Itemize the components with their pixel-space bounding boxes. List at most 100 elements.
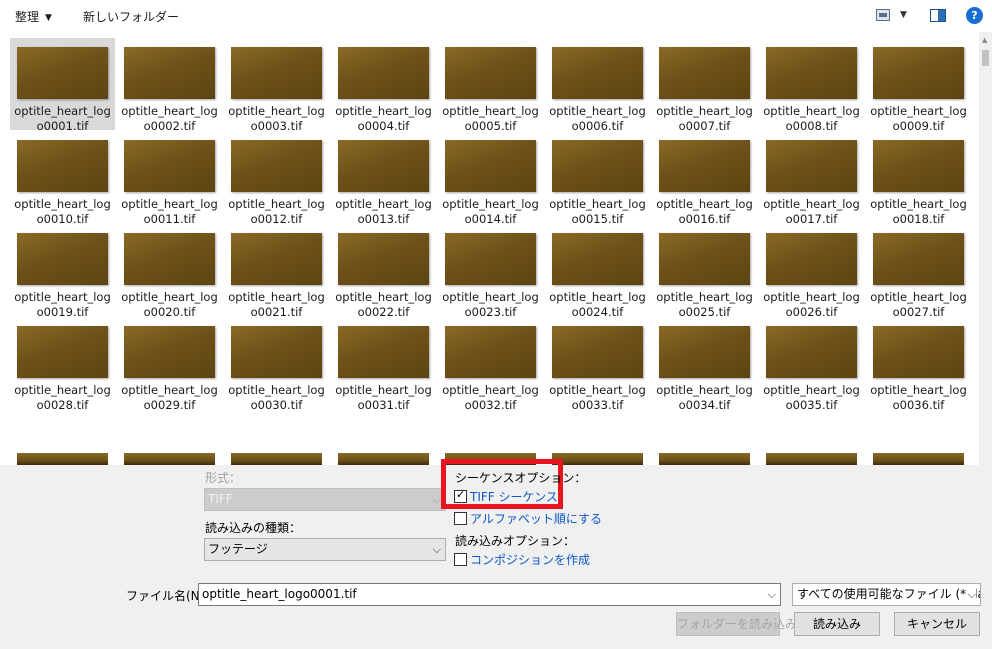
file-item[interactable]: optitle_heart_log o0033.tif [545,317,650,412]
file-item[interactable]: optitle_heart_log o0008.tif [759,38,864,133]
file-item[interactable]: optitle_heart_log o0010.tif [10,131,115,226]
file-name: optitle_heart_log o0008.tif [759,104,864,134]
toolbar: 整理 ▼ 新しいフォルダー ▼ ? [0,0,992,32]
file-item[interactable]: optitle_heart_log o0026.tif [759,224,864,319]
filename-value: optitle_heart_logo0001.tif [202,587,357,601]
import-type-label: 読み込みの種類： [205,521,302,535]
file-item[interactable]: optitle_heart_log o0006.tif [545,38,650,133]
file-item[interactable]: optitle_heart_log o0020.tif [117,224,222,319]
file-item[interactable]: optitle_heart_log o0014.tif [438,131,543,226]
file-name-line: optitle_heart_log [14,290,111,304]
checkbox-icon[interactable] [454,512,467,525]
file-item[interactable]: optitle_heart_log o0021.tif [224,224,329,319]
file-item[interactable]: optitle_heart_log o0013.tif [331,131,436,226]
view-mode-chevron-icon[interactable]: ▼ [900,10,907,20]
preview-pane-icon[interactable] [930,9,946,22]
scrollbar-thumb[interactable] [982,50,989,66]
import-folder-button[interactable]: フォルダーを読み込み [676,612,797,636]
help-icon[interactable]: ? [966,7,983,24]
file-list: optitle_heart_log o0001.tif optitle_heart_… [0,32,992,465]
checkbox-checked-icon[interactable] [454,488,467,503]
file-thumbnail [445,140,536,192]
file-item[interactable]: optitle_heart_log o0024.tif [545,224,650,319]
file-thumbnail [766,326,857,378]
file-name: optitle_heart_log o0007.tif [652,104,757,134]
file-name: optitle_heart_log o0016.tif [652,197,757,227]
view-mode-icon[interactable] [876,9,890,21]
file-name: optitle_heart_log o0023.tif [438,290,543,320]
composition-label: コンポジションを作成 [470,553,591,567]
file-thumbnail [338,47,429,99]
chevron-down-icon[interactable]: ⌵ [768,584,776,605]
file-name: optitle_heart_log o0033.tif [545,383,650,413]
file-item[interactable]: optitle_heart_log o0035.tif [759,317,864,412]
file-name: optitle_heart_log o0004.tif [331,104,436,134]
file-name: optitle_heart_log o0009.tif [866,104,971,134]
file-item[interactable]: optitle_heart_log o0001.tif [10,38,115,133]
file-item[interactable]: optitle_heart_log o0023.tif [438,224,543,319]
partial-thumbnail [659,453,750,465]
file-item[interactable]: optitle_heart_log o0027.tif [866,224,971,319]
tiff-sequence-checkbox[interactable]: TIFF シーケンス [454,488,558,505]
file-name-line: optitle_heart_log [335,197,432,211]
file-name: optitle_heart_log o0014.tif [438,197,543,227]
file-item[interactable]: optitle_heart_log o0016.tif [652,131,757,226]
file-item[interactable]: optitle_heart_log o0004.tif [331,38,436,133]
file-thumbnail [873,326,964,378]
file-item[interactable]: optitle_heart_log o0032.tif [438,317,543,412]
file-name-line: optitle_heart_log [121,290,218,304]
file-name: optitle_heart_log o0006.tif [545,104,650,134]
filename-input[interactable]: optitle_heart_logo0001.tif ⌵ [198,583,781,606]
file-item[interactable]: optitle_heart_log o0034.tif [652,317,757,412]
file-name-line: optitle_heart_log [656,104,753,118]
file-thumbnail [766,140,857,192]
composition-checkbox[interactable]: コンポジションを作成 [454,551,590,568]
chevron-down-icon: ⌵ [432,543,441,556]
scroll-up-icon[interactable]: ▲ [982,36,987,44]
file-item[interactable]: optitle_heart_log o0009.tif [866,38,971,133]
file-item[interactable]: optitle_heart_log o0031.tif [331,317,436,412]
file-name-line: optitle_heart_log [549,104,646,118]
file-item[interactable]: optitle_heart_log o0012.tif [224,131,329,226]
file-name-line: optitle_heart_log [656,383,753,397]
file-item[interactable]: optitle_heart_log o0018.tif [866,131,971,226]
new-folder-button[interactable]: 新しいフォルダー [83,8,179,25]
file-name-line: o0036.tif [892,398,945,412]
import-type-select[interactable]: フッテージ ⌵ [204,538,446,561]
file-name-line: optitle_heart_log [228,290,325,304]
partial-thumbnail [338,453,429,465]
file-name: optitle_heart_log o0034.tif [652,383,757,413]
file-item[interactable]: optitle_heart_log o0030.tif [224,317,329,412]
file-item[interactable]: optitle_heart_log o0003.tif [224,38,329,133]
organize-menu-button[interactable]: 整理 ▼ [15,8,52,25]
alphabetical-label: アルファベット順にする [470,512,603,526]
file-thumbnail [124,140,215,192]
file-thumbnail [873,233,964,285]
file-name-line: o0030.tif [250,398,303,412]
file-item[interactable]: optitle_heart_log o0002.tif [117,38,222,133]
file-item[interactable]: optitle_heart_log o0011.tif [117,131,222,226]
partial-thumbnail [873,453,964,465]
file-item[interactable]: optitle_heart_log o0015.tif [545,131,650,226]
file-name: optitle_heart_log o0036.tif [866,383,971,413]
file-item[interactable]: optitle_heart_log o0025.tif [652,224,757,319]
file-item[interactable]: optitle_heart_log o0019.tif [10,224,115,319]
file-item[interactable]: optitle_heart_log o0028.tif [10,317,115,412]
file-thumbnail [445,326,536,378]
file-thumbnail [873,47,964,99]
file-item[interactable]: optitle_heart_log o0029.tif [117,317,222,412]
file-item[interactable]: optitle_heart_log o0007.tif [652,38,757,133]
file-item[interactable]: optitle_heart_log o0017.tif [759,131,864,226]
file-thumbnail [552,47,643,99]
chevron-down-icon: ⌵ [432,493,441,506]
file-item[interactable]: optitle_heart_log o0005.tif [438,38,543,133]
chevron-down-icon: ▼ [45,13,52,23]
alphabetical-checkbox[interactable]: アルファベット順にする [454,510,602,527]
cancel-button[interactable]: キャンセル [894,612,980,636]
file-item[interactable]: optitle_heart_log o0022.tif [331,224,436,319]
file-type-select[interactable]: すべての使用可能なファイル (*.fla;* ⌵ [792,583,981,606]
vertical-scrollbar[interactable]: ▲ [979,32,992,465]
file-item[interactable]: optitle_heart_log o0036.tif [866,317,971,412]
checkbox-icon[interactable] [454,553,467,566]
import-button[interactable]: 読み込み [794,612,880,636]
